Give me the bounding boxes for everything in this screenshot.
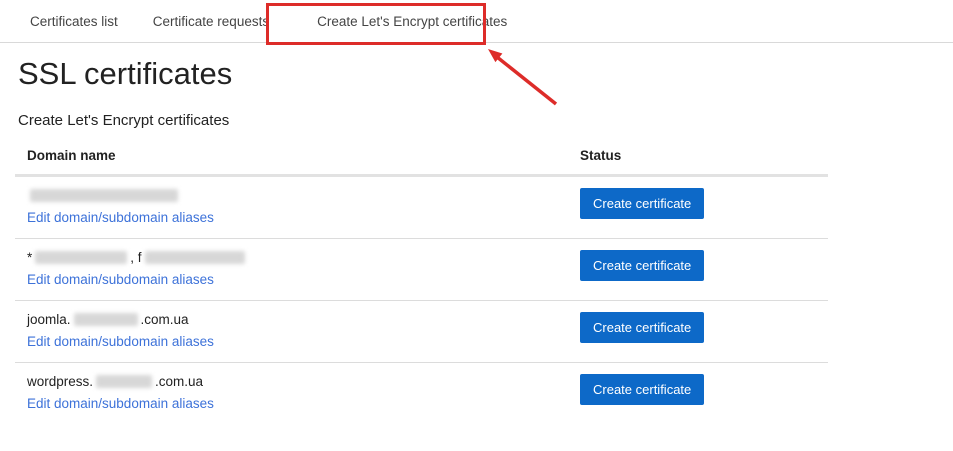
create-certificate-button[interactable]: Create certificate — [580, 250, 705, 281]
certificates-table: Domain name Status Edit domain/subdomain… — [15, 144, 828, 424]
table-row: wordpress. .com.ua Edit domain/subdomain a… — [15, 363, 828, 424]
edit-aliases-link[interactable]: Edit domain/subdomain aliases — [27, 396, 214, 411]
domain-cell: joomla. .com.ua Edit domain/subdomain alia… — [15, 311, 580, 351]
redacted-domain-blur — [30, 189, 178, 202]
table-body: Edit domain/subdomain aliases Create cert… — [15, 177, 828, 424]
status-cell: Create certificate — [580, 373, 828, 405]
domain-cell: * , f Edit domain/subdomain aliases — [15, 249, 580, 289]
table-row: Edit domain/subdomain aliases Create cert… — [15, 177, 828, 239]
table-header-row: Domain name Status — [15, 144, 828, 177]
status-cell: Create certificate — [580, 249, 828, 281]
create-certificate-button[interactable]: Create certificate — [580, 374, 705, 405]
redacted-domain-blur — [96, 375, 153, 388]
edit-aliases-link[interactable]: Edit domain/subdomain aliases — [27, 334, 214, 349]
domain-text: , f — [130, 250, 142, 265]
domain-name: joomla. .com.ua — [27, 311, 580, 328]
domain-text: wordpress. — [27, 374, 94, 389]
domain-cell: wordpress. .com.ua Edit domain/subdomain a… — [15, 373, 580, 413]
domain-text: joomla. — [27, 312, 71, 327]
status-cell: Create certificate — [580, 311, 828, 343]
redacted-domain-blur — [144, 251, 245, 264]
edit-aliases-link[interactable]: Edit domain/subdomain aliases — [27, 272, 214, 287]
create-certificate-button[interactable]: Create certificate — [580, 312, 705, 343]
tab-create-lets-encrypt[interactable]: Create Let's Encrypt certificates — [305, 14, 519, 29]
table-row: joomla. .com.ua Edit domain/subdomain alia… — [15, 301, 828, 363]
column-header-status: Status — [580, 148, 622, 163]
domain-text: .com.ua — [140, 312, 189, 327]
domain-cell: Edit domain/subdomain aliases — [15, 187, 580, 227]
domain-name — [27, 187, 580, 204]
domain-name: * , f — [27, 249, 580, 266]
domain-name: wordpress. .com.ua — [27, 373, 580, 390]
table-row: * , f Edit domain/subdomain aliases Create … — [15, 239, 828, 301]
column-header-domain: Domain name — [27, 148, 116, 163]
tab-bar: Certificates list Certificate requests C… — [0, 0, 953, 43]
create-certificate-button[interactable]: Create certificate — [580, 188, 705, 219]
status-cell: Create certificate — [580, 187, 828, 219]
domain-text: .com.ua — [155, 374, 204, 389]
redacted-domain-blur — [73, 313, 138, 326]
page-subtitle: Create Let's Encrypt certificates — [18, 112, 230, 129]
redacted-domain-blur — [35, 251, 128, 264]
tab-certificates-list[interactable]: Certificates list — [18, 14, 130, 29]
page-title: SSL certificates — [18, 56, 233, 91]
tab-certificate-requests[interactable]: Certificate requests — [141, 14, 281, 29]
domain-text: * — [27, 250, 33, 265]
edit-aliases-link[interactable]: Edit domain/subdomain aliases — [27, 210, 214, 225]
